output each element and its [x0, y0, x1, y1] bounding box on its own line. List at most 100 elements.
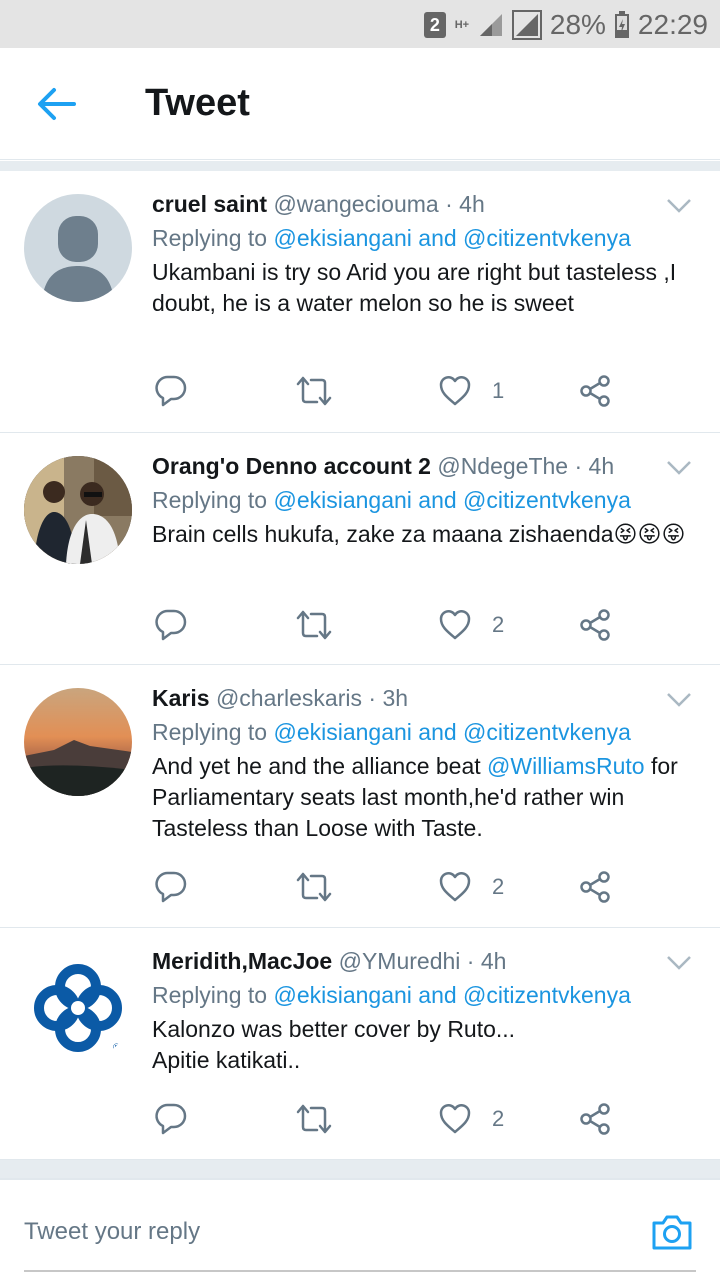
reply-button[interactable] — [154, 867, 188, 907]
signal-2-icon — [511, 10, 542, 40]
replying-to: Replying to @ekisiangani and @citizentvk… — [152, 980, 692, 1010]
display-name[interactable]: Karis — [152, 685, 210, 711]
like-count: 2 — [492, 874, 505, 899]
user-handle[interactable]: @NdegeThe — [437, 453, 568, 479]
avatar[interactable]: ® — [24, 954, 132, 1062]
user-handle[interactable]: @charleskaris — [216, 685, 362, 711]
replying-prefix: Replying to — [152, 225, 274, 251]
tweet-actions: 2 — [152, 867, 632, 907]
reply-icon — [155, 609, 187, 641]
status-bar: 2 H+ 28% 22:29 — [0, 0, 720, 48]
tweet-text: Kalonzo was better cover by Ruto... Apit… — [152, 1014, 692, 1076]
sim-badge: 2 — [423, 12, 446, 38]
like-button[interactable]: 2 — [438, 605, 504, 645]
retweet-icon — [296, 610, 332, 640]
like-button[interactable]: 2 — [438, 1099, 504, 1139]
reply-button[interactable] — [154, 371, 188, 411]
avatar[interactable] — [24, 456, 132, 564]
share-button[interactable] — [578, 371, 612, 411]
like-count: 2 — [492, 1106, 505, 1131]
replying-to: Replying to @ekisiangani and @citizentvk… — [152, 223, 692, 253]
tweet-body: Karis @charleskaris · 3h Replying to @ek… — [152, 683, 692, 844]
avatar[interactable] — [24, 688, 132, 796]
clock: 22:29 — [637, 9, 708, 40]
profile-photo — [24, 456, 132, 564]
tweet-body: Orang'o Denno account 2 @NdegeThe · 4h R… — [152, 451, 692, 550]
tweet-body: cruel saint @wangeciouma · 4h Replying t… — [152, 189, 692, 319]
like-button[interactable]: 1 — [438, 371, 504, 411]
reply-composer — [0, 1178, 720, 1280]
replying-to-link[interactable]: @ekisiangani and @citizentvkenya — [273, 225, 630, 251]
replying-prefix: Replying to — [152, 487, 274, 513]
reply-button[interactable] — [154, 1099, 188, 1139]
status-indicators: 2 H+ 28% 22:29 — [423, 8, 708, 42]
retweet-button[interactable] — [294, 371, 334, 411]
retweet-button[interactable] — [294, 867, 334, 907]
tweet-actions: 2 — [152, 605, 632, 645]
share-icon — [580, 375, 610, 407]
retweet-icon — [296, 1104, 332, 1134]
share-icon — [580, 609, 610, 641]
tweet-card[interactable]: Karis @charleskaris · 3h Replying to @ek… — [0, 665, 720, 928]
tweet-header: Orang'o Denno account 2 @NdegeThe · 4h — [152, 451, 692, 483]
retweet-icon — [296, 872, 332, 902]
tweet-header: Karis @charleskaris · 3h — [152, 683, 692, 715]
chevron-down-icon[interactable] — [666, 460, 692, 476]
reply-button[interactable] — [154, 605, 188, 645]
share-icon — [580, 871, 610, 903]
replying-prefix: Replying to — [152, 719, 274, 745]
like-count: 1 — [492, 378, 505, 403]
tweet-card[interactable]: Orang'o Denno account 2 @NdegeThe · 4h R… — [0, 433, 720, 665]
share-button[interactable] — [578, 867, 612, 907]
tweet-header: cruel saint @wangeciouma · 4h — [152, 189, 692, 221]
tweet-time: · 3h — [368, 685, 409, 711]
display-name[interactable]: Orang'o Denno account 2 — [152, 453, 431, 479]
default-avatar-icon — [42, 216, 114, 302]
tweet-time: · 4h — [574, 453, 615, 479]
like-icon — [439, 376, 471, 406]
like-icon — [439, 610, 471, 640]
chevron-down-icon[interactable] — [666, 955, 692, 971]
user-handle[interactable]: @YMuredhi — [339, 948, 461, 974]
camera-icon[interactable] — [650, 1210, 694, 1254]
display-name[interactable]: Meridith,MacJoe — [152, 948, 332, 974]
replying-to: Replying to @ekisiangani and @citizentvk… — [152, 717, 692, 747]
divider — [0, 161, 720, 171]
retweet-icon — [296, 376, 332, 406]
battery-icon — [614, 11, 629, 38]
retweet-button[interactable] — [294, 1099, 334, 1139]
tweet-card[interactable]: cruel saint @wangeciouma · 4h Replying t… — [0, 171, 720, 433]
retweet-button[interactable] — [294, 605, 334, 645]
mention-link[interactable]: @WilliamsRuto — [487, 753, 645, 779]
share-button[interactable] — [578, 1099, 612, 1139]
battery-percent: 28% — [549, 9, 606, 40]
app-bar: Tweet — [0, 48, 720, 160]
tweet-time: · 4h — [466, 948, 507, 974]
tweet-text: Brain cells hukufa, zake za maana zishae… — [152, 521, 686, 547]
share-icon — [580, 1103, 610, 1135]
tweet-text-part: And yet he and the alliance beat — [152, 753, 488, 779]
tweet-card[interactable]: ® Meridith,MacJoe @YMuredhi · 4h Replyin… — [0, 928, 720, 1160]
tweet-actions: 2 — [152, 1099, 632, 1139]
like-button[interactable]: 2 — [438, 867, 504, 907]
divider — [0, 1160, 720, 1178]
share-button[interactable] — [578, 605, 612, 645]
back-arrow-icon[interactable] — [34, 84, 78, 124]
like-count: 2 — [492, 612, 505, 637]
chevron-down-icon[interactable] — [666, 692, 692, 708]
tweet-text-line: Apitie katikati.. — [152, 1047, 301, 1073]
display-name[interactable]: cruel saint — [152, 191, 267, 217]
replying-to-link[interactable]: @ekisiangani and @citizentvkenya — [273, 719, 630, 745]
reply-icon — [155, 1103, 187, 1135]
avatar[interactable] — [24, 194, 132, 302]
replying-prefix: Replying to — [152, 982, 274, 1008]
replying-to-link[interactable]: @ekisiangani and @citizentvkenya — [273, 487, 630, 513]
input-underline — [24, 1270, 696, 1272]
chevron-down-icon[interactable] — [666, 198, 692, 214]
user-handle[interactable]: @wangeciouma — [273, 191, 438, 217]
replying-to-link[interactable]: @ekisiangani and @citizentvkenya — [273, 982, 630, 1008]
reply-input[interactable] — [24, 1210, 584, 1254]
svg-text:®: ® — [112, 1043, 121, 1053]
tweet-body: Meridith,MacJoe @YMuredhi · 4h Replying … — [152, 946, 692, 1076]
reply-icon — [155, 375, 187, 407]
